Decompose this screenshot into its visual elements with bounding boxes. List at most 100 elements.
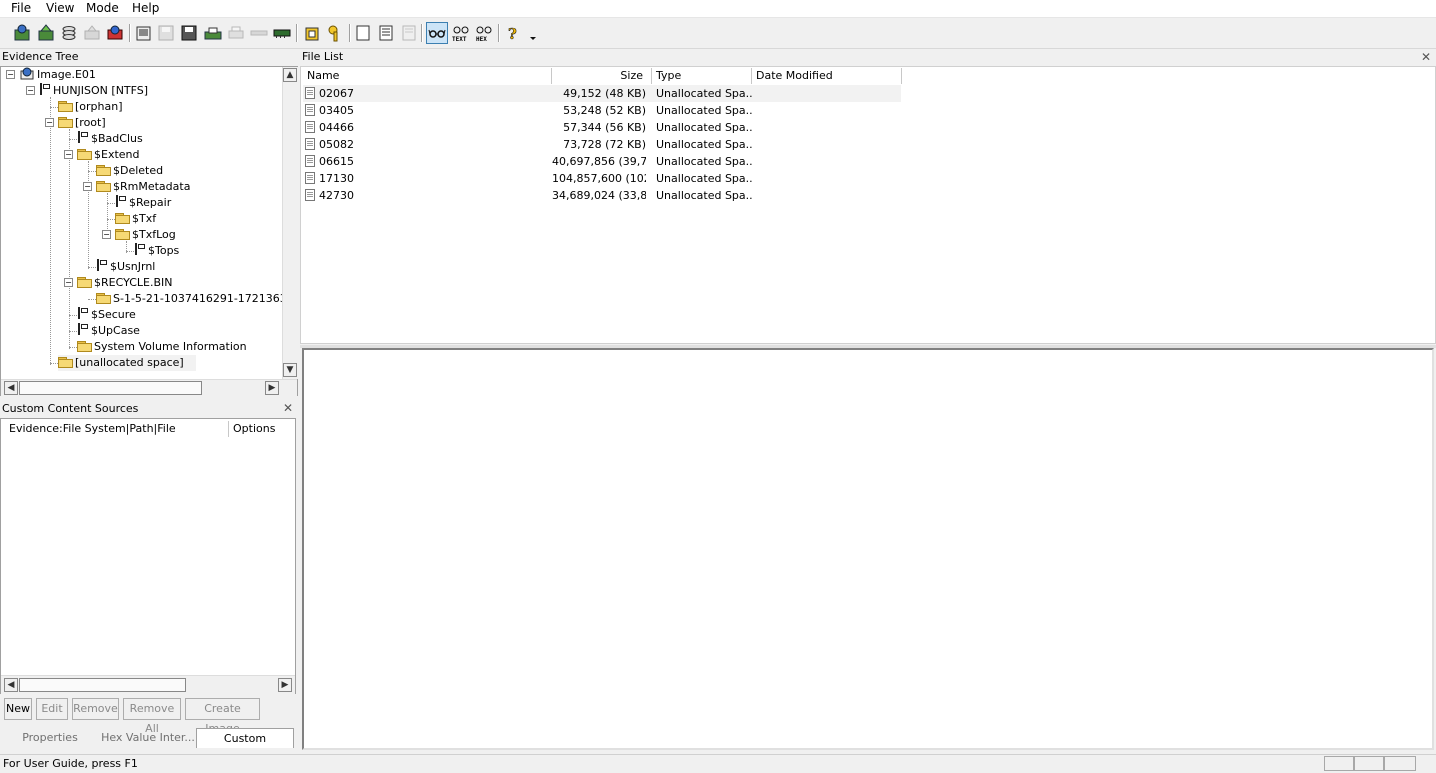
table-row[interactable]: 05082 73,728 (72 KB) Unallocated Spa... bbox=[303, 136, 901, 153]
tree-node-badclus[interactable]: $BadClus bbox=[77, 131, 143, 147]
edit-button[interactable]: Edit bbox=[36, 698, 68, 720]
tree-node-tops[interactable]: $Tops bbox=[134, 243, 179, 259]
scroll-right-button[interactable]: ▶ bbox=[265, 381, 279, 395]
tree-vertical-scrollbar[interactable]: ▲ ▼ bbox=[282, 67, 298, 379]
verify-icon[interactable] bbox=[250, 24, 268, 42]
save-icon[interactable] bbox=[157, 24, 175, 42]
view-file-icon[interactable] bbox=[400, 24, 418, 42]
collapse-toggle[interactable]: − bbox=[102, 230, 111, 239]
decrypt-icon[interactable] bbox=[106, 24, 124, 42]
menu-file[interactable]: File bbox=[11, 1, 31, 15]
print-icon[interactable] bbox=[227, 24, 245, 42]
name-cell: 06615 bbox=[305, 153, 550, 170]
collapse-toggle[interactable]: − bbox=[45, 118, 54, 127]
table-row[interactable]: 04466 57,344 (56 KB) Unallocated Spa... bbox=[303, 119, 901, 136]
menu-view[interactable]: View bbox=[46, 1, 74, 15]
filesystem-icon bbox=[96, 259, 107, 271]
capture-memory-icon[interactable] bbox=[204, 24, 222, 42]
toolbar-separator bbox=[498, 24, 500, 42]
table-row[interactable]: 03405 53,248 (52 KB) Unallocated Spa... bbox=[303, 102, 901, 119]
custom-content-horizontal-scrollbar[interactable]: ◀ ▶ bbox=[1, 675, 295, 694]
text-file-icon[interactable] bbox=[377, 24, 395, 42]
column-header-evidence[interactable]: Evidence:File System|Path|File bbox=[5, 421, 229, 437]
collapse-toggle[interactable]: − bbox=[6, 70, 15, 79]
table-row[interactable]: 17130104,857,600 (102... Unallocated Spa.… bbox=[303, 170, 901, 187]
close-icon[interactable]: ✕ bbox=[1421, 50, 1431, 64]
dropdown-icon[interactable] bbox=[528, 24, 538, 42]
scroll-right-button[interactable]: ▶ bbox=[278, 678, 292, 692]
add-all-icon[interactable] bbox=[37, 24, 55, 42]
column-header-type[interactable]: Type bbox=[652, 68, 752, 84]
image-mount-icon[interactable] bbox=[60, 24, 78, 42]
scroll-thumb[interactable] bbox=[19, 381, 202, 395]
obtain-protected-icon[interactable] bbox=[303, 24, 321, 42]
remove-button[interactable]: Remove bbox=[72, 698, 119, 720]
tree-node-upcase[interactable]: $UpCase bbox=[77, 323, 140, 339]
create-image-button[interactable]: Create Image bbox=[185, 698, 260, 735]
file-viewer-panel bbox=[302, 348, 1434, 750]
tab-hex-value-interpreter[interactable]: Hex Value Inter... bbox=[100, 728, 196, 748]
tree-node-recycle-bin[interactable]: $RECYCLE.BIN bbox=[77, 275, 172, 291]
tree-node-filesystem[interactable]: HUNJISON [NTFS] bbox=[39, 83, 148, 99]
tree-node-system-volume-information[interactable]: System Volume Information bbox=[77, 339, 247, 355]
hex-view-icon[interactable]: HEX bbox=[474, 24, 494, 42]
column-header-size[interactable]: Size bbox=[552, 68, 652, 84]
column-header-date-modified[interactable]: Date Modified bbox=[752, 68, 902, 84]
tree-node-secure[interactable]: $Secure bbox=[77, 307, 136, 323]
type-cell: Unallocated Spa... bbox=[656, 189, 752, 202]
tree-node-deleted[interactable]: $Deleted bbox=[96, 163, 163, 179]
tree-node-txf[interactable]: $Txf bbox=[115, 211, 156, 227]
detect-encryption-icon[interactable] bbox=[326, 24, 344, 42]
scroll-left-button[interactable]: ◀ bbox=[4, 381, 18, 395]
scroll-thumb[interactable] bbox=[19, 678, 186, 692]
tree-node-txflog[interactable]: $TxfLog bbox=[115, 227, 176, 243]
scroll-down-button[interactable]: ▼ bbox=[283, 363, 297, 377]
new-file-icon[interactable] bbox=[354, 24, 372, 42]
folder-icon bbox=[96, 180, 111, 192]
unmount-icon[interactable] bbox=[83, 24, 101, 42]
column-header-name[interactable]: Name bbox=[303, 68, 552, 84]
name-cell: 42730 bbox=[305, 187, 550, 204]
new-button[interactable]: New bbox=[4, 698, 32, 720]
remove-all-button[interactable]: Remove All bbox=[123, 698, 181, 735]
folder-icon bbox=[58, 356, 73, 368]
auto-view-icon[interactable] bbox=[426, 22, 448, 44]
column-header-options[interactable]: Options bbox=[229, 421, 293, 437]
tree-horizontal-scrollbar[interactable]: ◀ ▶ bbox=[1, 379, 297, 396]
add-evidence-icon[interactable] bbox=[13, 24, 31, 42]
filesystem-icon bbox=[77, 131, 88, 143]
export-files-icon[interactable] bbox=[135, 24, 153, 42]
collapse-toggle[interactable]: − bbox=[26, 86, 35, 95]
name-cell: 05082 bbox=[305, 136, 550, 153]
toolbar: TEXT HEX ? bbox=[0, 18, 1436, 49]
help-icon[interactable]: ? bbox=[504, 24, 522, 42]
tree-node-sid-folder[interactable]: S-1-5-21-1037416291-1721363250 bbox=[96, 291, 282, 307]
table-row[interactable]: 4273034,689,024 (33,8... Unallocated Spa.… bbox=[303, 187, 901, 204]
scroll-left-button[interactable]: ◀ bbox=[4, 678, 18, 692]
table-row[interactable]: 0661540,697,856 (39,7... Unallocated Spa.… bbox=[303, 153, 901, 170]
tree-node-unallocated-space[interactable]: [unallocated space] bbox=[58, 355, 196, 371]
table-row[interactable]: 02067 49,152 (48 KB) Unallocated Spa... bbox=[303, 85, 901, 102]
scroll-up-button[interactable]: ▲ bbox=[283, 68, 297, 82]
collapse-toggle[interactable]: − bbox=[64, 278, 73, 287]
tree-node-orphan[interactable]: [orphan] bbox=[58, 99, 123, 115]
close-icon[interactable]: ✕ bbox=[283, 401, 293, 415]
text-view-icon[interactable]: TEXT bbox=[451, 24, 471, 42]
menu-mode[interactable]: Mode bbox=[86, 1, 119, 15]
collapse-toggle[interactable]: − bbox=[83, 182, 92, 191]
tree-node-repair[interactable]: $Repair bbox=[115, 195, 171, 211]
tree-node-usnjrnl[interactable]: $UsnJrnl bbox=[96, 259, 155, 275]
menu-help[interactable]: Help bbox=[132, 1, 159, 15]
tab-custom-content[interactable]: Custom Content... bbox=[196, 728, 294, 765]
collapse-toggle[interactable]: − bbox=[64, 150, 73, 159]
name-cell: 17130 bbox=[305, 170, 550, 187]
folder-icon bbox=[58, 116, 73, 128]
tab-properties[interactable]: Properties bbox=[2, 728, 98, 748]
tree-node-extend[interactable]: $Extend bbox=[77, 147, 140, 163]
memory-icon[interactable] bbox=[273, 24, 291, 42]
create-image-icon[interactable] bbox=[180, 24, 198, 42]
size-cell: 49,152 (48 KB) bbox=[563, 87, 646, 100]
tree-node-root[interactable]: [root] bbox=[58, 115, 106, 131]
tree-node-image[interactable]: Image.E01 bbox=[20, 67, 96, 83]
tree-node-rmmetadata[interactable]: $RmMetadata bbox=[96, 179, 190, 195]
